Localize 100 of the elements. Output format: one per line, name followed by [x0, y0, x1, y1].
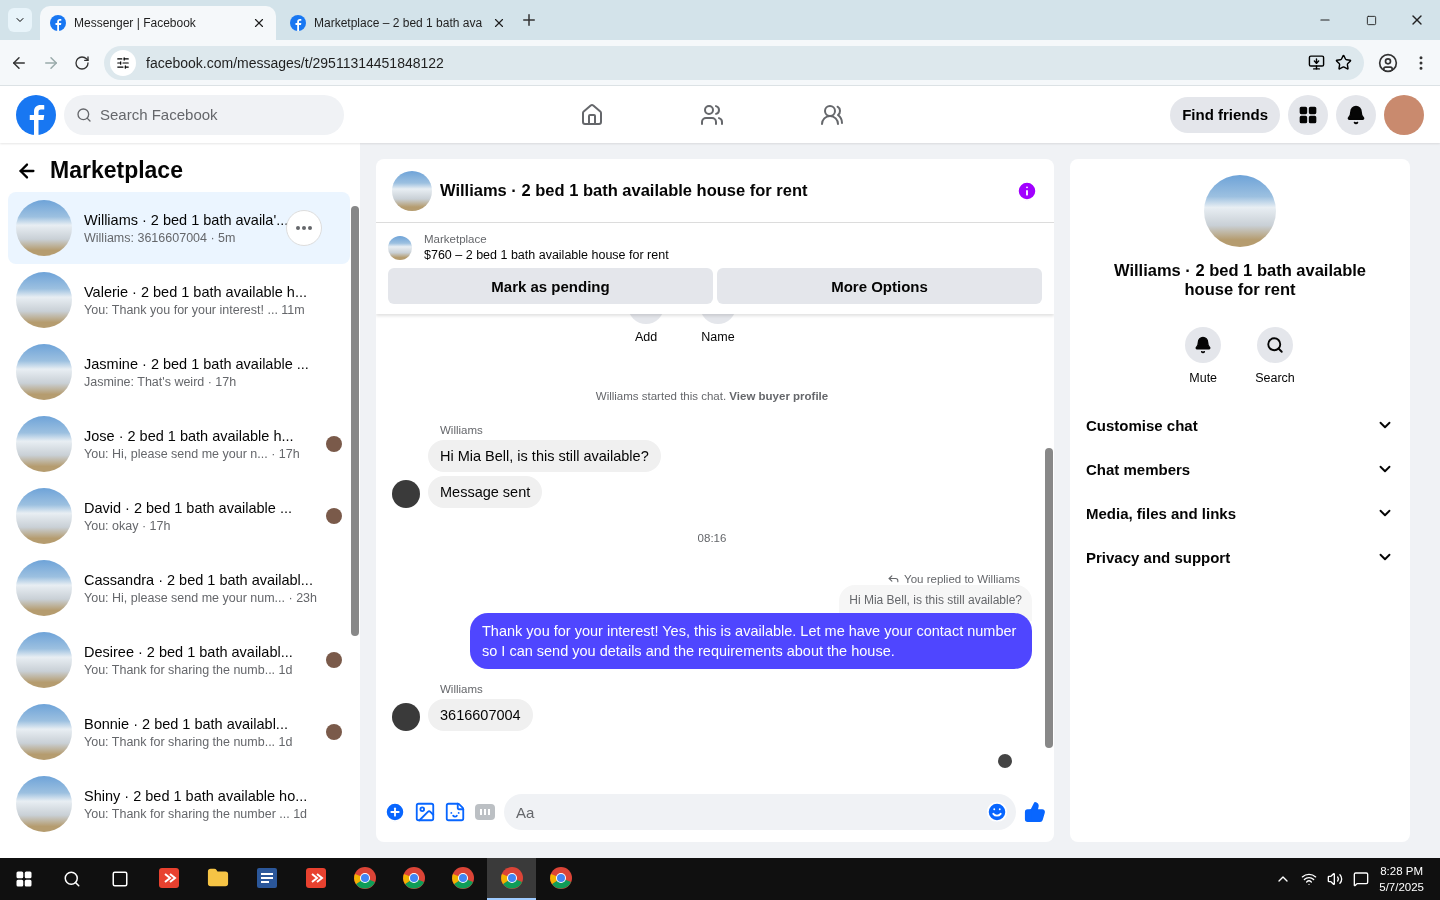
- reload-icon[interactable]: [74, 54, 90, 71]
- volume-icon[interactable]: [1327, 871, 1344, 887]
- conversation-title: Desiree · 2 bed 1 bath availabl...: [84, 643, 294, 660]
- photo-placeholder: [388, 235, 412, 260]
- browser-icon: [499, 866, 524, 890]
- listing-action-button[interactable]: Mark as pending: [388, 268, 713, 304]
- browser-icon: [401, 866, 426, 890]
- search-field[interactable]: Search Facebook: [64, 94, 344, 135]
- conversation-title: Williams · 2 bed 1 bath availa'...: [84, 211, 290, 228]
- tab-search-button[interactable]: [8, 8, 32, 32]
- photo-placeholder: [16, 272, 72, 328]
- conversation-item[interactable]: David · 2 bed 1 bath available ... You: okay · 17h: [8, 480, 350, 552]
- conversation-title: Shiny · 2 bed 1 bath available ho...: [84, 787, 309, 804]
- photo-icon[interactable]: [414, 801, 436, 823]
- search-icon: [63, 870, 81, 888]
- reply-icon: [887, 572, 901, 585]
- clock-time: 8:28 PM: [1380, 864, 1424, 879]
- photo-placeholder: [16, 704, 72, 760]
- message-field[interactable]: Aa: [504, 794, 1016, 830]
- conversation-item[interactable]: Desiree · 2 bed 1 bath availabl... You: Thank for sharing the numb... 1d: [8, 624, 350, 696]
- search-icon: [76, 106, 92, 123]
- folder-icon: [206, 867, 229, 889]
- conversation-title: David · 2 bed 1 bath available ...: [84, 499, 293, 516]
- facebook-icon: [290, 15, 306, 31]
- more-options-button[interactable]: [286, 210, 322, 246]
- details-section[interactable]: Chat members: [1086, 447, 1394, 491]
- listing-action-button[interactable]: More Options: [717, 268, 1042, 304]
- taskbar-app[interactable]: [487, 858, 536, 900]
- account-avatar[interactable]: [1384, 94, 1424, 135]
- close-icon[interactable]: [492, 16, 506, 30]
- bell-icon: [1194, 336, 1213, 354]
- timestamp: 08:16: [696, 532, 728, 544]
- bookmark-star-icon[interactable]: [1335, 54, 1352, 71]
- close-icon[interactable]: [252, 16, 266, 30]
- browser-icon: [450, 866, 475, 890]
- clock-date: 5/7/2025: [1379, 880, 1424, 895]
- notification-icon[interactable]: [1353, 871, 1370, 887]
- avatar: [392, 703, 420, 731]
- profile-icon[interactable]: [1378, 52, 1398, 73]
- like-icon[interactable]: [1024, 801, 1046, 823]
- document-app-icon: [255, 867, 278, 889]
- conversation-title: Valerie · 2 bed 1 bath available h...: [84, 283, 308, 300]
- menu-button[interactable]: [1288, 94, 1328, 135]
- details-section[interactable]: Customise chat: [1086, 403, 1394, 447]
- grid-icon: [1298, 104, 1318, 125]
- add-icon[interactable]: [384, 801, 406, 823]
- home-icon: [580, 102, 604, 127]
- conversation-item[interactable]: Shiny · 2 bed 1 bath available ho... You: Thank for sharing the number ... 1d: [8, 768, 350, 840]
- avatar: [392, 480, 420, 508]
- listing-title: $760 – 2 bed 1 bath available house for rent: [424, 248, 669, 262]
- message-bubble: Thank you for your interest! Yes, this is available. Let me have your contact number so I can send you details and the requirements about the house.: [470, 613, 1032, 669]
- photo-placeholder: [16, 344, 72, 400]
- message-bubble: Hi Mia Bell, is this still available?: [428, 440, 661, 472]
- message-preview: You: okay · 17h: [84, 518, 172, 533]
- message-preview: You: Thank for sharing the numb... 1d: [84, 662, 294, 677]
- facebook-logo[interactable]: [16, 94, 56, 135]
- browser-icon: [352, 866, 377, 890]
- browser-tab[interactable]: Marketplace – 2 bed 1 bath ava: [280, 6, 516, 40]
- sticker-icon[interactable]: [444, 801, 466, 823]
- browser-tab[interactable]: Messenger | Facebook: [40, 6, 276, 40]
- app-icon: [157, 867, 180, 889]
- browser-icon: [548, 866, 573, 890]
- scrollbar-thumb[interactable]: [1045, 448, 1053, 748]
- photo-placeholder: [16, 488, 72, 544]
- notifications-button[interactable]: [1336, 94, 1376, 135]
- chat-title: Williams · 2 bed 1 bath available house for rent: [440, 181, 809, 200]
- groups-icon: [820, 102, 844, 127]
- maximize-icon: [1365, 14, 1377, 26]
- app-icon: [304, 867, 327, 889]
- reply-note: You replied to Williams: [904, 572, 1020, 585]
- message-preview: You: Thank for sharing the numb... 1d: [84, 734, 294, 749]
- details-section[interactable]: Media, files and links: [1086, 491, 1394, 535]
- site-settings-button[interactable]: [110, 49, 136, 76]
- listing-source: Marketplace: [424, 233, 488, 245]
- message-bubble: Message sent: [428, 476, 543, 508]
- more-icon: [296, 226, 312, 230]
- message-preview: You: Hi, please send me your num... · 23h: [84, 590, 318, 605]
- search-icon: [1266, 336, 1284, 354]
- install-icon[interactable]: [1308, 54, 1325, 71]
- conversation-item[interactable]: Jasmine · 2 bed 1 bath available ... Jasmine: That's weird · 17h: [8, 336, 350, 408]
- photo-placeholder: [16, 416, 72, 472]
- conversation-item[interactable]: Jose · 2 bed 1 bath available h... You: Hi, please send me your n... · 17h: [8, 408, 350, 480]
- sidebar-title: Marketplace: [50, 157, 183, 184]
- conversation-item[interactable]: Williams · 2 bed 1 bath availa'... Williams: 3616607004 · 5m: [8, 192, 350, 264]
- find-friends-button[interactable]: Find friends: [1170, 96, 1280, 133]
- info-icon[interactable]: [1016, 179, 1038, 202]
- scrollbar-thumb[interactable]: [351, 206, 359, 636]
- conversation-item[interactable]: Bonnie · 2 bed 1 bath availabl... You: Thank for sharing the numb... 1d: [8, 696, 350, 768]
- photo-placeholder: [16, 200, 72, 256]
- action-label: Add: [634, 330, 658, 344]
- photo-placeholder: [16, 632, 72, 688]
- conversation-item[interactable]: Valerie · 2 bed 1 bath available h... You: Thank you for your interest! ... 11m: [8, 264, 350, 336]
- new-tab-icon[interactable]: [520, 11, 538, 29]
- conversation-name: Williams · 2 bed 1 bath available house for rent: [1113, 261, 1367, 299]
- emoji-icon[interactable]: [986, 801, 1008, 823]
- details-section[interactable]: Privacy and support: [1086, 535, 1394, 579]
- photo-placeholder: [16, 560, 72, 616]
- message-preview: You: Thank for sharing the number ... 1d: [84, 806, 309, 821]
- network-icon[interactable]: [1301, 871, 1318, 887]
- conversation-item[interactable]: Cassandra · 2 bed 1 bath availabl... You: Hi, please send me your num... · 23h: [8, 552, 350, 624]
